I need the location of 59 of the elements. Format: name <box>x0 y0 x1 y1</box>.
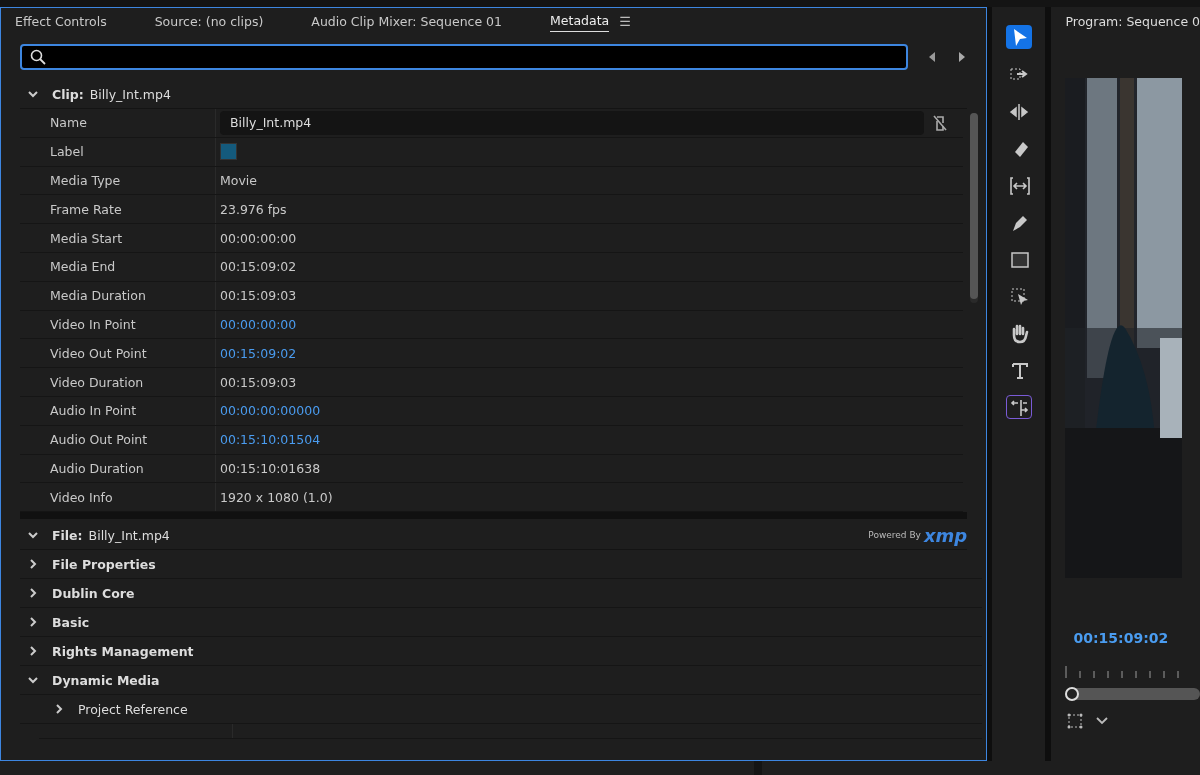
scrollbar[interactable] <box>970 113 978 303</box>
property-label: Video Info <box>20 483 216 512</box>
property-label: Media Start <box>20 224 216 252</box>
search-field[interactable] <box>20 44 908 70</box>
playhead-handle[interactable] <box>1065 687 1080 701</box>
property-label: Media Duration <box>20 281 216 310</box>
property-value: 00:15:09:03 <box>219 288 297 304</box>
metadata-group[interactable]: Rights Management <box>52 643 194 659</box>
property-label: Name <box>20 109 216 137</box>
value-field[interactable]: Billy_Int.mp4 <box>220 110 924 135</box>
property-label: Audio In Point <box>20 396 216 425</box>
property-value: 23.976 fps <box>219 201 287 217</box>
property-label: Video In Point <box>20 310 216 339</box>
property-label: Video Duration <box>20 368 216 396</box>
timecode: 00:15:09:02 <box>1073 630 1170 646</box>
property-value: 00:00:00:00 <box>219 230 297 246</box>
label-swatch[interactable] <box>220 143 237 161</box>
metadata-group[interactable]: Dublin Core <box>52 585 135 601</box>
timecode-link[interactable]: 00:15:09:02 <box>216 345 297 361</box>
property-value: 1920 x 1080 (1.0) <box>219 489 333 505</box>
property-label: Media Type <box>20 166 216 195</box>
property-value: 00:15:09:03 <box>219 374 297 390</box>
property-label: Frame Rate <box>20 195 216 224</box>
section-label: File: <box>52 527 83 543</box>
metadata-group[interactable]: File Properties <box>52 556 156 572</box>
previous-icon[interactable] <box>928 51 936 63</box>
metadata-group[interactable]: Project Reference <box>78 701 188 717</box>
property-value: 00:15:09:02 <box>219 259 297 275</box>
playhead-track[interactable] <box>1065 688 1200 700</box>
metadata-group[interactable]: Dynamic Media <box>52 672 160 688</box>
menu-icon[interactable]: ☰ <box>619 13 631 29</box>
property-label: Audio Duration <box>20 454 216 483</box>
metadata-group[interactable]: Basic <box>52 614 90 630</box>
panel-tab[interactable]: Source: (no clips) <box>154 10 264 32</box>
slip-icon <box>1007 174 1030 196</box>
property-value: 00:15:10:01638 <box>219 460 321 476</box>
property-label: Media End <box>20 253 216 281</box>
panel-tab[interactable]: Audio Clip Mixer: Sequence 01 <box>311 10 503 32</box>
file-name: Billy_Int.mp4 <box>88 527 170 543</box>
property-label: Audio Out Point <box>20 425 216 454</box>
timecode-link[interactable]: 00:00:00:00 <box>216 316 297 332</box>
section-label: Clip: <box>52 86 84 102</box>
xmp-logo: xmp <box>923 524 968 546</box>
unlink-icon[interactable] <box>932 113 948 132</box>
property-label: Label <box>20 137 216 166</box>
timecode-link[interactable]: 00:15:10:01504 <box>216 432 321 448</box>
clip-name: Billy_Int.mp4 <box>89 86 171 102</box>
property-label: Video Out Point <box>20 339 216 368</box>
transform-icon[interactable] <box>1067 713 1084 729</box>
search-icon <box>30 49 46 65</box>
timecode-link[interactable]: 00:00:00:00000 <box>216 403 321 419</box>
tool-button[interactable] <box>1005 25 1032 49</box>
tool-button[interactable] <box>1005 395 1032 419</box>
panel-title: Program: Sequence 0 <box>1065 12 1200 31</box>
panel-tab[interactable]: Effect Controls <box>15 10 107 32</box>
property-value: Movie <box>219 173 257 188</box>
next-icon[interactable] <box>958 51 966 63</box>
powered-by-text: Powered By <box>868 530 921 541</box>
panel-tab[interactable]: Metadata <box>550 10 610 32</box>
